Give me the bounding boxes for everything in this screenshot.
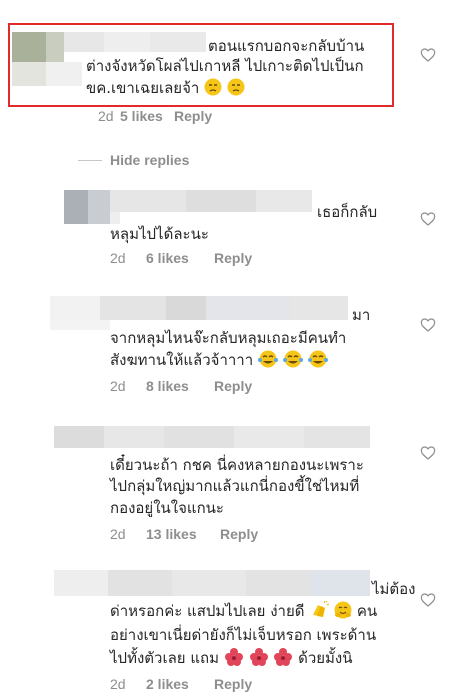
comment-text: จากหลุมไหนจ๊ะกลับหลุมเถอะมีคนทำ	[110, 329, 347, 347]
likes-count[interactable]: 6 likes	[146, 250, 189, 266]
comment-text: ต่างจังหวัดโผล่ไปเกาหลี ไปเกาะติดไปเป็นก	[86, 57, 364, 75]
comment-text: ไปกลุ่มใหญ่มากแล้วแกนี่กองขี้ใช่ไหมที่	[110, 477, 360, 495]
reply-button[interactable]: Reply	[214, 676, 252, 692]
comment-time: 2d	[110, 378, 126, 394]
like-heart-icon[interactable]	[420, 592, 436, 608]
comment-meta: 2d 13 likes Reply	[110, 526, 258, 542]
comment-meta: 2d 8 likes Reply	[110, 378, 252, 394]
reply-button[interactable]: Reply	[214, 250, 252, 266]
comment-text: ขค.เขาเฉยเลยจ้า	[86, 76, 245, 100]
comment-time: 2d	[110, 526, 126, 542]
like-heart-icon[interactable]	[420, 47, 436, 63]
unamused-face-emoji-icon	[227, 78, 245, 96]
hibiscus-emoji-icon	[224, 648, 243, 666]
reply-button[interactable]: Reply	[220, 526, 258, 542]
comment-text: ไปทั้งตัวเลย แถม ด้วยมั้งนิ	[110, 648, 353, 667]
likes-count[interactable]: 2 likes	[146, 676, 189, 692]
hide-replies-divider	[78, 160, 102, 161]
comment-text: ไม่ต้อง	[372, 580, 416, 598]
comment-text: มา	[352, 306, 371, 324]
likes-count[interactable]: 5 likes	[120, 108, 163, 124]
clapping-hands-emoji-icon	[313, 601, 330, 617]
comment-text: กองอยู่ในใจแกนะ	[110, 499, 224, 517]
comment-time: 2d	[110, 676, 126, 692]
like-heart-icon[interactable]	[420, 317, 436, 333]
hibiscus-emoji-icon	[249, 648, 268, 666]
like-heart-icon[interactable]	[420, 445, 436, 461]
comment-time: 2d	[110, 250, 126, 266]
hide-replies-button[interactable]: Hide replies	[110, 152, 189, 168]
reply-button[interactable]: Reply	[214, 378, 252, 394]
comment-time: 2d	[98, 108, 114, 124]
comment-text: หลุมไปได้ละนะ	[110, 225, 209, 243]
comment-text: เธอก็กลับ	[317, 203, 378, 221]
comment-meta: 2d 6 likes Reply	[110, 250, 252, 266]
reply-button[interactable]: Reply	[174, 108, 212, 124]
likes-count[interactable]: 13 likes	[146, 526, 197, 542]
comment-text: สังฆทานให้แล้วจ้าาาา	[110, 348, 328, 372]
comment-meta: 2d 5 likes Reply	[98, 108, 212, 124]
comment-meta: 2d 2 likes Reply	[110, 676, 252, 692]
tears-of-joy-emoji-icon	[282, 350, 303, 368]
likes-count[interactable]: 8 likes	[146, 378, 189, 394]
like-heart-icon[interactable]	[420, 211, 436, 227]
unamused-face-emoji-icon	[204, 78, 222, 96]
comment-text: อย่างเขาเนี่ยด่ายังก็ไม่เจ็บหรอก เพระด้า…	[110, 626, 377, 644]
hibiscus-emoji-icon	[274, 648, 293, 666]
hugging-face-emoji-icon	[334, 601, 352, 619]
comment-text: ด่าหรอกค่ะ แสปมไปเลย ง่ายดี คน	[110, 601, 378, 620]
tears-of-joy-emoji-icon	[307, 350, 328, 368]
tears-of-joy-emoji-icon	[257, 350, 278, 368]
